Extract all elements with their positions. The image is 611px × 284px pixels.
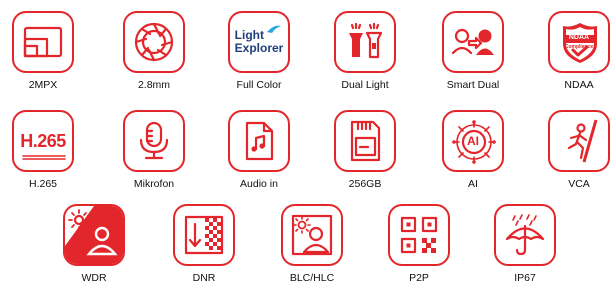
feature-label: Audio in [240,178,278,190]
feature-p2p: P2P [379,204,459,284]
feature-label: 256GB [348,178,382,190]
feature-audio-in: Audio in [219,110,299,190]
feature-label: 2MPX [28,79,58,91]
smart-dual-icon [442,11,504,73]
logo-swoosh-icon [267,25,281,33]
feature-label: IP67 [514,272,536,284]
qr-code-icon [388,204,450,266]
lens-aperture-icon [123,11,185,73]
feature-wdr: WDR [54,204,134,284]
weatherproof-umbrella-icon [494,204,556,266]
feature-label: Dual Light [341,79,389,91]
feature-blc-hlc: BLC/HLC [272,204,352,284]
feature-label: Full Color [236,79,282,91]
ndaa-badge-icon: NDAA Compliance [548,11,610,73]
feature-label: 2.8mm [137,79,171,91]
feature-label: Mikrofon [133,178,175,190]
feature-label: BLC/HLC [289,272,335,284]
feature-ndaa: NDAA Compliance NDAA [539,11,611,91]
light-explorer-logo: Light Explorer [228,11,290,73]
feature-h265: H.265 H.265 [3,110,83,190]
feature-full-color: Light Explorer Full Color [219,11,299,91]
microphone-icon [123,110,185,172]
dual-light-icon [334,11,396,73]
feature-ip67: IP67 [485,204,565,284]
ai-icon-text: AI [467,134,479,148]
feature-label: NDAA [564,79,594,91]
h265-icon-text: H.265 [20,130,66,151]
feature-label: H.265 [28,178,58,190]
feature-storage: 256GB [325,110,405,190]
backlight-compensation-icon [281,204,343,266]
feature-lens: 2.8mm [114,11,194,91]
logo-text-explorer: Explorer [234,41,284,55]
h265-underline-icon [22,155,66,160]
ndaa-badge-text: NDAA [568,34,590,41]
intrusion-person-icon [548,110,610,172]
feature-label: P2P [409,272,429,284]
feature-vca: VCA [539,110,611,190]
feature-label: WDR [81,272,107,284]
wdr-icon [63,204,125,266]
audio-file-icon [228,110,290,172]
ai-chip-icon: AI [442,110,504,172]
feature-dual-light: Dual Light [325,11,405,91]
resolution-icon [12,11,74,73]
noise-reduction-icon [173,204,235,266]
feature-label: DNR [192,272,216,284]
feature-label: VCA [568,178,590,190]
feature-dnr: DNR [164,204,244,284]
feature-ai: AI AI [433,110,513,190]
ndaa-badge-subtext: Compliance [564,44,594,50]
sd-card-icon [334,110,396,172]
feature-smart-dual: Smart Dual [433,11,513,91]
feature-microphone: Mikrofon [114,110,194,190]
feature-label: Smart Dual [446,79,500,91]
feature-label: AI [468,178,478,190]
h265-codec-icon: H.265 [12,110,74,172]
feature-2mpx: 2MPX [3,11,83,91]
